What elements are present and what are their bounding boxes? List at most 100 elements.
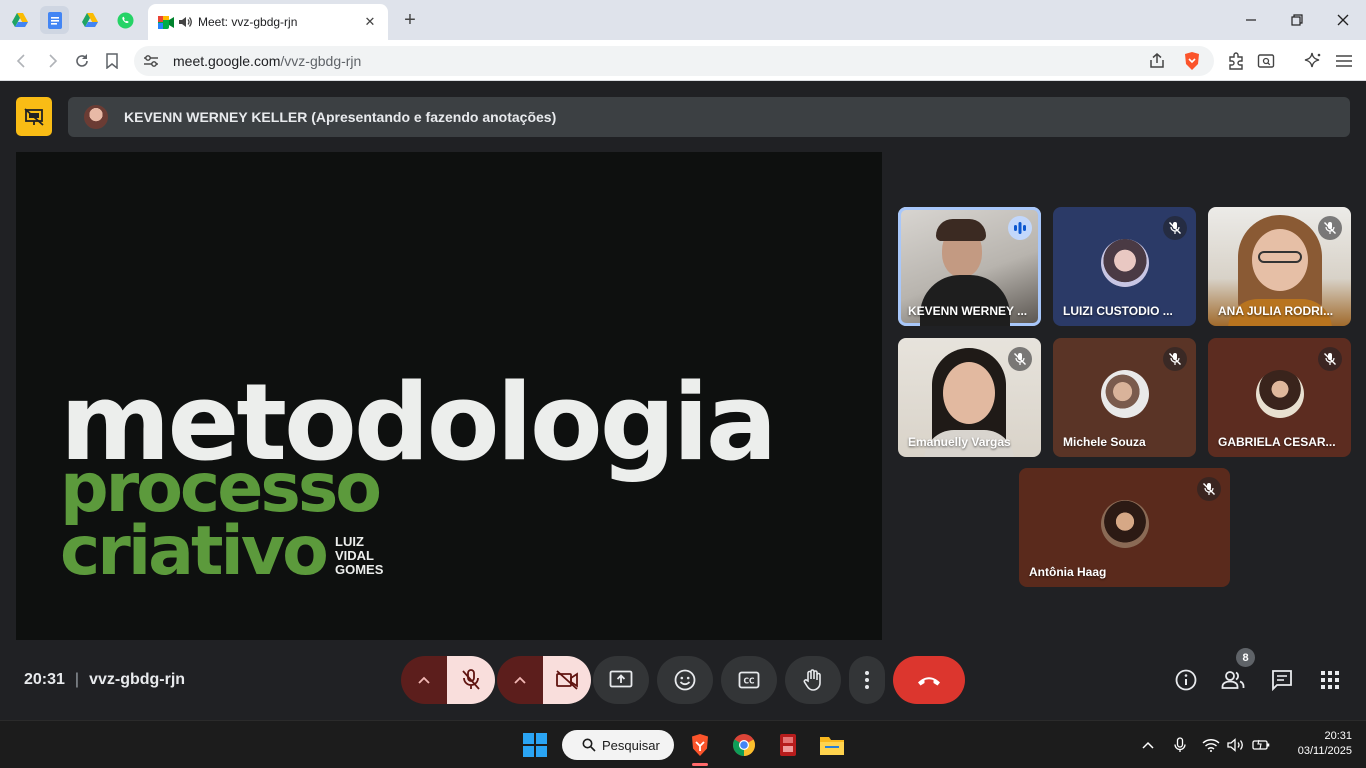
meeting-details-button[interactable]: [1174, 668, 1198, 692]
tab-meet[interactable]: Meet: vvz-gbdg-rjn ✕: [148, 4, 388, 40]
microphone-toggle-button[interactable]: [447, 656, 495, 704]
new-tab-button[interactable]: +: [398, 8, 422, 32]
battery-button[interactable]: [1251, 735, 1271, 755]
show-hidden-icons-button[interactable]: [1138, 735, 1158, 755]
system-clock[interactable]: 20:31 03/11/2025: [1298, 729, 1352, 759]
network-button[interactable]: [1201, 735, 1221, 755]
taskbar-winrar[interactable]: [772, 729, 804, 761]
google-drive-icon: [81, 13, 98, 27]
participant-name: Emanuelly Vargas: [908, 435, 1011, 449]
camera-toggle-button[interactable]: [543, 656, 591, 704]
google-docs-icon: [47, 11, 62, 29]
raise-hand-button[interactable]: [785, 656, 841, 704]
participant-tile-1[interactable]: KEVENN WERNEY ...: [898, 207, 1041, 326]
participant-name: LUIZI CUSTODIO ...: [1063, 304, 1173, 318]
restore-button[interactable]: [1283, 8, 1311, 32]
arrow-left-icon: [16, 54, 25, 68]
activities-button[interactable]: [1318, 668, 1342, 692]
apps-grid-icon: [1321, 671, 1339, 689]
microphone-icon: [1174, 737, 1186, 752]
site-settings-icon[interactable]: [143, 54, 159, 68]
svg-text:CC: CC: [743, 677, 755, 686]
camera-off-icon: [556, 670, 578, 690]
participant-tile-4[interactable]: Emanuelly Vargas: [898, 338, 1041, 457]
participant-name: KEVENN WERNEY ...: [908, 304, 1028, 318]
chat-icon: [1272, 670, 1292, 691]
folder-icon: [820, 737, 844, 755]
taskbar-file-explorer[interactable]: [816, 729, 848, 761]
chrome-icon: [733, 734, 755, 756]
search-icon: [582, 738, 596, 752]
arrow-right-icon: [49, 54, 58, 68]
more-options-button[interactable]: [849, 656, 885, 704]
participant-body: [920, 275, 1010, 326]
captions-button[interactable]: CC: [721, 656, 777, 704]
pinned-tab-google-docs[interactable]: [40, 6, 69, 34]
mic-off-icon: [1014, 353, 1026, 365]
menu-button[interactable]: [1332, 49, 1356, 73]
slide-title-line-3: criativo: [60, 512, 329, 591]
minimize-button[interactable]: [1237, 8, 1265, 32]
taskbar-search[interactable]: Pesquisar: [562, 730, 674, 760]
people-button[interactable]: [1221, 668, 1245, 692]
wallet-button[interactable]: [1254, 49, 1278, 73]
video-options-button[interactable]: [497, 656, 543, 704]
taskbar-chrome[interactable]: [728, 729, 760, 761]
tab-close-icon[interactable]: ✕: [362, 14, 378, 30]
extensions-button[interactable]: [1224, 49, 1248, 73]
forward-button[interactable]: [40, 49, 64, 73]
microphone-in-use-indicator[interactable]: [1170, 735, 1190, 755]
url-text[interactable]: meet.google.com/vvz-gbdg-rjn: [173, 53, 361, 69]
participant-tile-3[interactable]: ANA JULIA RODRI...: [1208, 207, 1351, 326]
battery-icon: [1252, 739, 1270, 750]
url-host: meet.google.com: [173, 53, 281, 69]
muted-indicator: [1318, 347, 1342, 371]
windows-taskbar: Pesquisar 20:31 03/11/2025: [0, 720, 1366, 768]
chat-button[interactable]: [1270, 668, 1294, 692]
reactions-button[interactable]: [657, 656, 713, 704]
participant-video: [943, 362, 995, 424]
stop-presenting-badge[interactable]: [16, 97, 52, 136]
participant-tile-5[interactable]: Michele Souza: [1053, 338, 1196, 457]
avatar: [1255, 369, 1304, 418]
pinned-tab-google-drive[interactable]: [5, 6, 34, 34]
chevron-up-icon: [514, 676, 526, 684]
mic-off-icon: [1169, 222, 1181, 234]
slide-author: LUIZ VIDAL GOMES: [335, 535, 383, 577]
leo-ai-button[interactable]: [1301, 49, 1325, 73]
reload-button[interactable]: [70, 49, 94, 73]
people-icon: [1221, 671, 1245, 689]
back-button[interactable]: [10, 49, 34, 73]
puzzle-icon: [1229, 52, 1243, 70]
participant-tile-2[interactable]: LUIZI CUSTODIO ...: [1053, 207, 1196, 326]
closed-caption-icon: CC: [738, 671, 760, 689]
pinned-tab-whatsapp[interactable]: [111, 6, 140, 34]
audio-options-button[interactable]: [401, 656, 447, 704]
start-button[interactable]: [519, 729, 551, 761]
avatar: [1100, 499, 1149, 548]
presenter-banner-text: KEVENN WERNEY KELLER (Apresentando e faz…: [124, 109, 557, 125]
whatsapp-icon: [117, 12, 134, 28]
participant-tile-7[interactable]: Antônia Haag: [1019, 468, 1230, 587]
brave-shields-icon[interactable]: [1183, 51, 1201, 71]
share-icon[interactable]: [1148, 53, 1166, 69]
present-screen-button[interactable]: [593, 656, 649, 704]
leave-call-button[interactable]: [893, 656, 965, 704]
slide-author-line-3: GOMES: [335, 562, 384, 577]
taskbar-brave[interactable]: [684, 729, 716, 761]
bookmark-button[interactable]: [100, 49, 124, 73]
sparkle-icon: [1304, 52, 1321, 68]
muted-indicator: [1163, 216, 1187, 240]
participant-tile-6[interactable]: GABRIELA CESAR...: [1208, 338, 1351, 457]
audio-level-icon: [1014, 222, 1026, 234]
address-bar[interactable]: meet.google.com/vvz-gbdg-rjn: [134, 46, 1214, 76]
volume-button[interactable]: [1226, 735, 1246, 755]
avatar: [84, 105, 108, 129]
windows-logo-icon: [523, 733, 547, 757]
participant-name: ANA JULIA RODRI...: [1218, 304, 1334, 318]
participant-name: Antônia Haag: [1029, 565, 1107, 579]
hamburger-menu-icon: [1336, 55, 1352, 67]
pinned-tab-google-drive-2[interactable]: [75, 6, 104, 34]
participant-name: Michele Souza: [1063, 435, 1146, 449]
close-window-button[interactable]: [1329, 8, 1357, 32]
